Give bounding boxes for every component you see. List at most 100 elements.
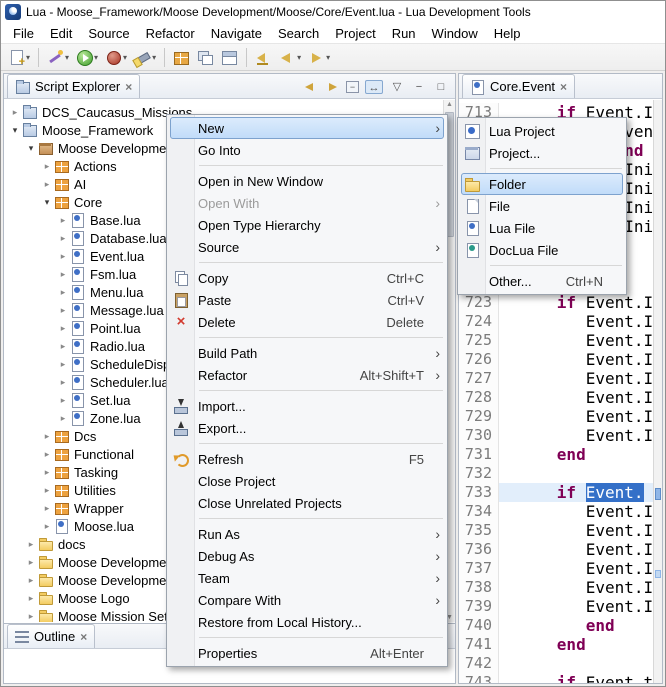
dropdown-arrow-icon[interactable]: ▾	[65, 53, 69, 62]
editor-line-743[interactable]: 743 if Event.ta	[459, 673, 662, 683]
close-icon[interactable]: ×	[80, 630, 87, 644]
minimize-icon[interactable]: −	[411, 80, 427, 94]
expand-arrow-icon[interactable]: ▸	[24, 575, 38, 586]
dropdown-arrow-icon[interactable]: ▾	[297, 53, 301, 62]
menu-item-delete[interactable]: ×DeleteDelete	[170, 311, 444, 333]
editor-line-724[interactable]: 724 Event.Ini	[459, 312, 662, 331]
menu-item-compare-with[interactable]: Compare With›	[170, 589, 444, 611]
collapse-all-icon[interactable]: −	[346, 81, 359, 93]
editor-line-734[interactable]: 734 Event.Ini	[459, 502, 662, 521]
tab-core-event[interactable]: Core.Event ×	[462, 74, 575, 98]
menu-file[interactable]: File	[5, 24, 42, 43]
menu-item-open-with[interactable]: Open With›	[170, 192, 444, 214]
new-button[interactable]: ▾	[5, 46, 33, 68]
expand-arrow-icon[interactable]: ▸	[56, 305, 70, 316]
expand-arrow-icon[interactable]: ▸	[40, 431, 54, 442]
editor-line-735[interactable]: 735 Event.Ini	[459, 521, 662, 540]
expand-arrow-icon[interactable]: ▸	[56, 251, 70, 262]
expand-arrow-icon[interactable]: ▸	[24, 611, 38, 622]
menu-item-doclua-file[interactable]: DocLua File	[461, 239, 623, 261]
expand-arrow-icon[interactable]: ▸	[56, 233, 70, 244]
menu-item-lua-project[interactable]: Lua Project	[461, 120, 623, 142]
dropdown-arrow-icon[interactable]: ▾	[326, 53, 330, 62]
editor-line-741[interactable]: 741 end	[459, 635, 662, 654]
menu-item-paste[interactable]: PasteCtrl+V	[170, 289, 444, 311]
menu-source[interactable]: Source	[80, 24, 137, 43]
maximize-icon[interactable]: □	[433, 80, 449, 94]
editor-line-723[interactable]: 723 if Event.I	[459, 293, 662, 312]
editor-line-731[interactable]: 731 end	[459, 445, 662, 464]
editor-line-738[interactable]: 738 Event.Ini	[459, 578, 662, 597]
collapse-arrow-icon[interactable]: ▾	[8, 125, 22, 136]
editor-line-727[interactable]: 727 Event.Ini	[459, 369, 662, 388]
menu-project[interactable]: Project	[327, 24, 383, 43]
menu-refactor[interactable]: Refactor	[138, 24, 203, 43]
menu-item-copy[interactable]: CopyCtrl+C	[170, 267, 444, 289]
view-menu-icon[interactable]: ▽	[389, 80, 405, 94]
expand-arrow-icon[interactable]: ▸	[24, 539, 38, 550]
expand-arrow-icon[interactable]: ▸	[56, 287, 70, 298]
forward-history-icon[interactable]	[324, 80, 340, 94]
expand-arrow-icon[interactable]: ▸	[24, 557, 38, 568]
menu-item-project[interactable]: Project...	[461, 142, 623, 164]
overview-ruler[interactable]	[653, 100, 662, 683]
editor-line-725[interactable]: 725 Event.Ini	[459, 331, 662, 350]
back-history-icon[interactable]	[302, 80, 318, 94]
editor-line-737[interactable]: 737 Event.Ini	[459, 559, 662, 578]
menu-item-refactor[interactable]: RefactorAlt+Shift+T›	[170, 364, 444, 386]
menu-item-run-as[interactable]: Run As›	[170, 523, 444, 545]
run-button[interactable]: ▾	[73, 46, 101, 68]
expand-arrow-icon[interactable]: ▸	[40, 485, 54, 496]
external-tools-button[interactable]: ▾	[44, 46, 72, 68]
menu-item-debug-as[interactable]: Debug As›	[170, 545, 444, 567]
dropdown-arrow-icon[interactable]: ▾	[123, 53, 127, 62]
menu-edit[interactable]: Edit	[42, 24, 80, 43]
expand-arrow-icon[interactable]: ▸	[40, 503, 54, 514]
expand-arrow-icon[interactable]: ▸	[56, 359, 70, 370]
menu-item-export[interactable]: Export...	[170, 417, 444, 439]
collapse-arrow-icon[interactable]: ▾	[40, 197, 54, 208]
navigate-forward-button[interactable]: ▾	[305, 46, 333, 68]
menu-item-close-project[interactable]: Close Project	[170, 470, 444, 492]
menu-item-close-unrelated-projects[interactable]: Close Unrelated Projects	[170, 492, 444, 514]
menu-item-source[interactable]: Source›	[170, 236, 444, 258]
last-edit-location-button[interactable]	[252, 46, 275, 68]
menu-item-new[interactable]: New›	[170, 117, 444, 139]
expand-arrow-icon[interactable]: ▸	[56, 269, 70, 280]
close-icon[interactable]: ×	[560, 80, 567, 94]
occurrence-marker[interactable]	[655, 570, 661, 578]
menu-item-team[interactable]: Team›	[170, 567, 444, 589]
expand-arrow-icon[interactable]: ▸	[56, 323, 70, 334]
expand-arrow-icon[interactable]: ▸	[56, 215, 70, 226]
dropdown-arrow-icon[interactable]: ▾	[152, 53, 156, 62]
editor-line-740[interactable]: 740 end	[459, 616, 662, 635]
editor-line-742[interactable]: 742	[459, 654, 662, 673]
menu-item-go-into[interactable]: Go Into	[170, 139, 444, 161]
menu-item-open-type-hierarchy[interactable]: Open Type Hierarchy	[170, 214, 444, 236]
expand-arrow-icon[interactable]: ▸	[56, 413, 70, 424]
tab-outline[interactable]: Outline ×	[7, 624, 95, 648]
collapse-arrow-icon[interactable]: ▾	[24, 143, 38, 154]
close-icon[interactable]: ×	[125, 80, 132, 94]
expand-arrow-icon[interactable]: ▸	[56, 341, 70, 352]
editor-line-732[interactable]: 732	[459, 464, 662, 483]
tab-script-explorer[interactable]: Script Explorer ×	[7, 74, 140, 98]
open-table-view-button[interactable]	[170, 46, 193, 68]
menu-search[interactable]: Search	[270, 24, 327, 43]
editor-line-728[interactable]: 728 Event.Ini	[459, 388, 662, 407]
search-button[interactable]: ▾	[131, 46, 159, 68]
expand-arrow-icon[interactable]: ▸	[56, 395, 70, 406]
menu-window[interactable]: Window	[424, 24, 486, 43]
open-perspective-button[interactable]	[194, 46, 217, 68]
expand-arrow-icon[interactable]: ▸	[40, 161, 54, 172]
expand-arrow-icon[interactable]: ▸	[40, 449, 54, 460]
expand-arrow-icon[interactable]: ▸	[8, 107, 22, 118]
menu-item-other[interactable]: Other...Ctrl+N	[461, 270, 623, 292]
menu-item-restore-from-local-history[interactable]: Restore from Local History...	[170, 611, 444, 633]
menu-item-import[interactable]: Import...	[170, 395, 444, 417]
expand-arrow-icon[interactable]: ▸	[40, 521, 54, 532]
dropdown-arrow-icon[interactable]: ▾	[26, 53, 30, 62]
expand-arrow-icon[interactable]: ▸	[40, 179, 54, 190]
expand-arrow-icon[interactable]: ▸	[40, 467, 54, 478]
show-editor-area-button[interactable]	[218, 46, 241, 68]
